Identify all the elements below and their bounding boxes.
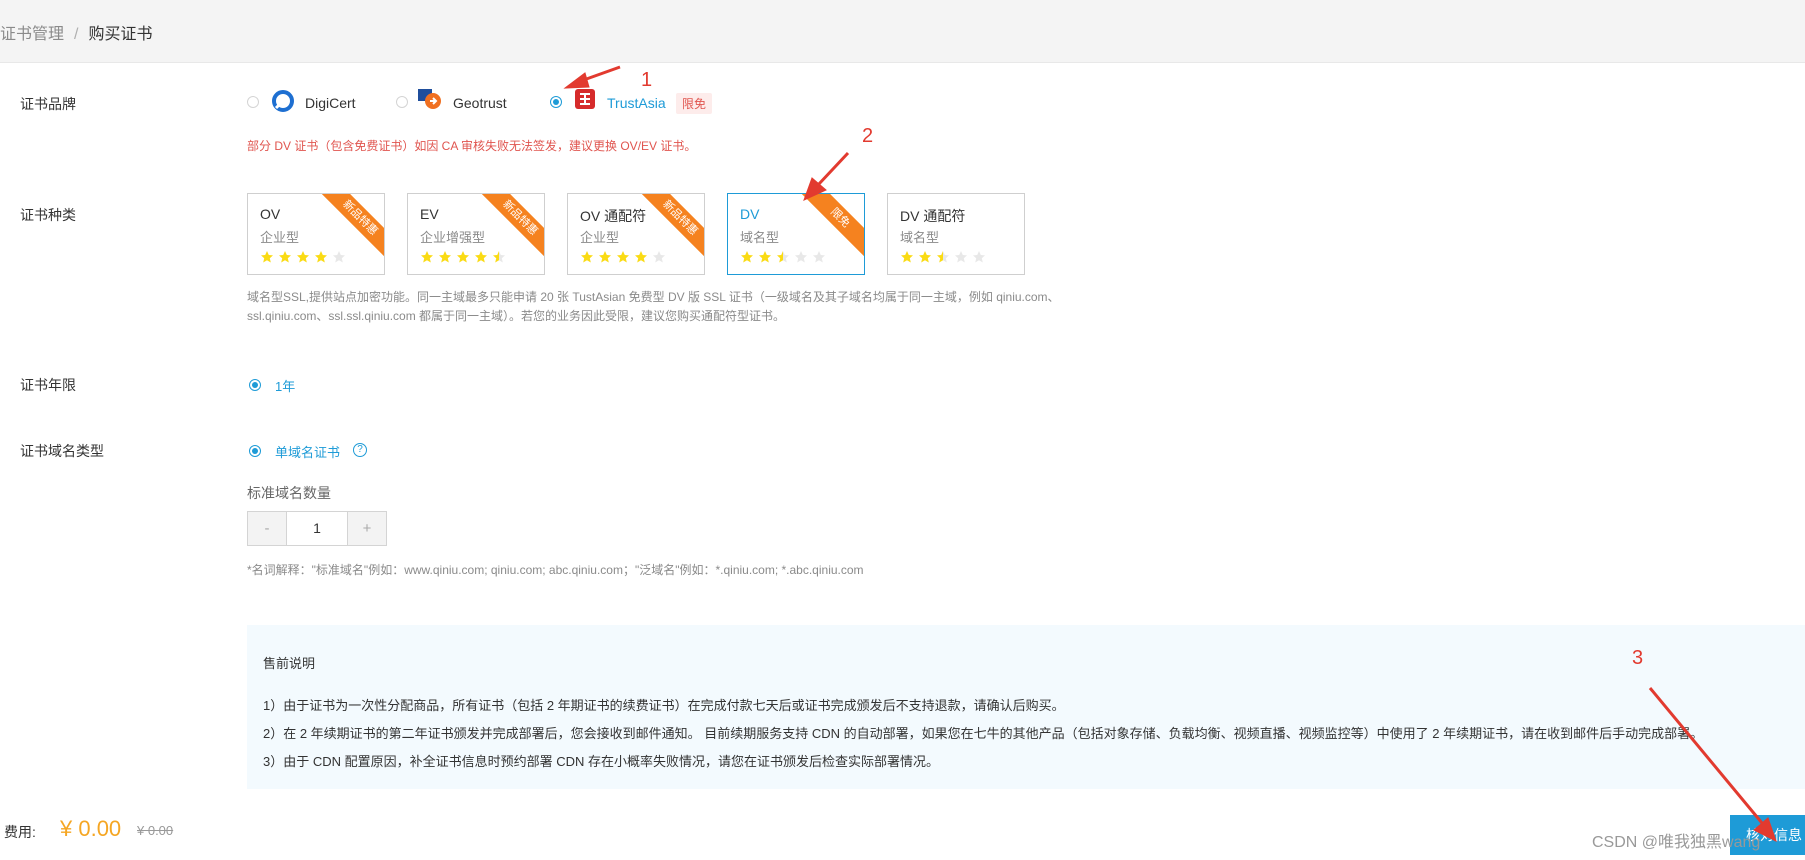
annotation-arrows <box>563 65 1777 842</box>
arrow-icon <box>563 65 621 89</box>
arrow-icon <box>803 151 850 201</box>
arrow-icon <box>1648 687 1777 842</box>
